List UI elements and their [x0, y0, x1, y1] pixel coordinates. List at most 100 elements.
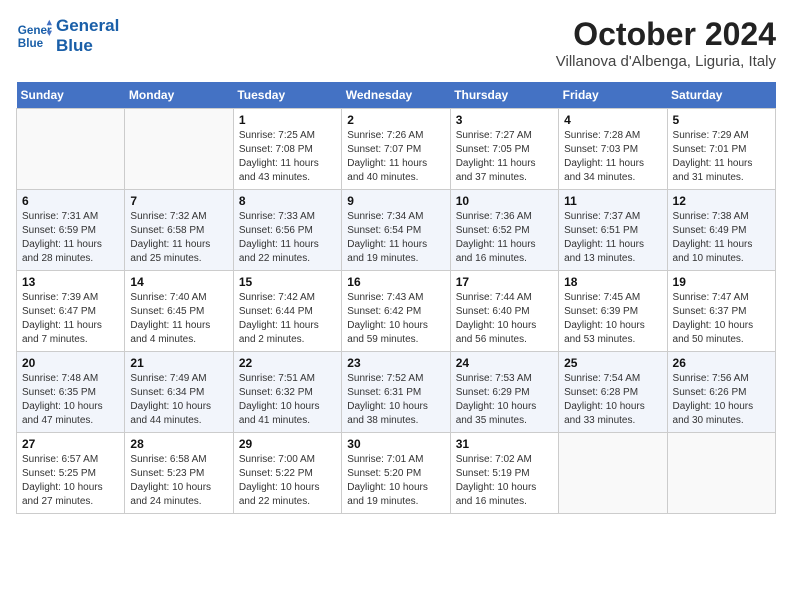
calendar-table: SundayMondayTuesdayWednesdayThursdayFrid… [16, 82, 776, 514]
day-info: Sunrise: 7:45 AM Sunset: 6:39 PM Dayligh… [564, 291, 661, 347]
calendar-cell: 5Sunrise: 7:29 AM Sunset: 7:01 PM Daylig… [667, 109, 775, 190]
calendar-cell: 11 Sunrise: 7:37 AM Sunset: 6:51 PM Dayli… [559, 190, 667, 271]
weekday-header: Monday [125, 82, 233, 109]
weekday-header: Thursday [450, 82, 558, 109]
day-number: 30 [347, 437, 444, 451]
day-info: Sunrise: 7:34 AM Sunset: 6:54 PM Dayligh… [347, 210, 444, 266]
day-number: 31 [456, 437, 553, 451]
day-number: 13 [22, 275, 119, 289]
day-info: Sunrise: 7:29 AM Sunset: 7:01 PM Dayligh… [673, 129, 770, 185]
calendar-cell: 22Sunrise: 7:51 AM Sunset: 6:32 PM Dayli… [233, 352, 341, 433]
weekday-header: Sunday [17, 82, 125, 109]
calendar-cell: 20 Sunrise: 7:48 AM Sunset: 6:35 PM Dayli… [17, 352, 125, 433]
day-info: Sunrise: 7:37 AM Sunset: 6:51 PM Dayligh… [564, 210, 661, 266]
day-number: 8 [239, 194, 336, 208]
day-info: Sunrise: 7:26 AM Sunset: 7:07 PM Dayligh… [347, 129, 444, 185]
day-info: Sunrise: 7:53 AM Sunset: 6:29 PM Dayligh… [456, 372, 553, 428]
weekday-header: Tuesday [233, 82, 341, 109]
calendar-cell [125, 109, 233, 190]
logo: General Blue General Blue [16, 16, 119, 57]
day-number: 19 [673, 275, 770, 289]
day-number: 12 [673, 194, 770, 208]
calendar-cell: 15 Sunrise: 7:42 AM Sunset: 6:44 PM Dayli… [233, 271, 341, 352]
day-number: 17 [456, 275, 553, 289]
day-info: Sunrise: 7:25 AM Sunset: 7:08 PM Dayligh… [239, 129, 336, 185]
day-info: Sunrise: 7:44 AM Sunset: 6:40 PM Dayligh… [456, 291, 553, 347]
calendar-cell: 10 Sunrise: 7:36 AM Sunset: 6:52 PM Dayli… [450, 190, 558, 271]
day-info: Sunrise: 7:01 AM Sunset: 5:20 PM Dayligh… [347, 453, 444, 509]
logo-general: General [56, 16, 119, 36]
calendar-cell [667, 433, 775, 514]
calendar-cell: 25 Sunrise: 7:54 AM Sunset: 6:28 PM Dayli… [559, 352, 667, 433]
day-info: Sunrise: 7:31 AM Sunset: 6:59 PM Dayligh… [22, 210, 119, 266]
day-number: 9 [347, 194, 444, 208]
calendar-cell [17, 109, 125, 190]
day-number: 11 [564, 194, 661, 208]
calendar-cell: 7 Sunrise: 7:32 AM Sunset: 6:58 PM Daylig… [125, 190, 233, 271]
calendar-cell: 3 Sunrise: 7:27 AM Sunset: 7:05 PM Daylig… [450, 109, 558, 190]
day-number: 6 [22, 194, 119, 208]
day-number: 25 [564, 356, 661, 370]
day-info: Sunrise: 7:54 AM Sunset: 6:28 PM Dayligh… [564, 372, 661, 428]
day-info: Sunrise: 7:40 AM Sunset: 6:45 PM Dayligh… [130, 291, 227, 347]
day-number: 4 [564, 113, 661, 127]
page-header: General Blue General Blue October 2024 V… [16, 16, 776, 70]
day-number: 29 [239, 437, 336, 451]
day-number: 28 [130, 437, 227, 451]
day-info: Sunrise: 7:42 AM Sunset: 6:44 PM Dayligh… [239, 291, 336, 347]
day-info: Sunrise: 7:39 AM Sunset: 6:47 PM Dayligh… [22, 291, 119, 347]
day-number: 21 [130, 356, 227, 370]
calendar-cell: 16 Sunrise: 7:43 AM Sunset: 6:42 PM Dayli… [342, 271, 450, 352]
day-info: Sunrise: 7:00 AM Sunset: 5:22 PM Dayligh… [239, 453, 336, 509]
day-info: Sunrise: 7:36 AM Sunset: 6:52 PM Dayligh… [456, 210, 553, 266]
calendar-cell: 30 Sunrise: 7:01 AM Sunset: 5:20 PM Dayli… [342, 433, 450, 514]
day-info: Sunrise: 7:43 AM Sunset: 6:42 PM Dayligh… [347, 291, 444, 347]
day-info: Sunrise: 7:02 AM Sunset: 5:19 PM Dayligh… [456, 453, 553, 509]
day-info: Sunrise: 7:38 AM Sunset: 6:49 PM Dayligh… [673, 210, 770, 266]
day-number: 18 [564, 275, 661, 289]
day-info: Sunrise: 7:32 AM Sunset: 6:58 PM Dayligh… [130, 210, 227, 266]
day-info: Sunrise: 7:27 AM Sunset: 7:05 PM Dayligh… [456, 129, 553, 185]
day-info: Sunrise: 7:51 AM Sunset: 6:32 PM Dayligh… [239, 372, 336, 428]
day-number: 3 [456, 113, 553, 127]
day-info: Sunrise: 6:57 AM Sunset: 5:25 PM Dayligh… [22, 453, 119, 509]
calendar-cell [559, 433, 667, 514]
calendar-cell: 6 Sunrise: 7:31 AM Sunset: 6:59 PM Daylig… [17, 190, 125, 271]
calendar-cell: 9 Sunrise: 7:34 AM Sunset: 6:54 PM Daylig… [342, 190, 450, 271]
calendar-cell: 28Sunrise: 6:58 AM Sunset: 5:23 PM Dayli… [125, 433, 233, 514]
day-number: 24 [456, 356, 553, 370]
day-number: 26 [673, 356, 770, 370]
calendar-cell: 2 Sunrise: 7:26 AM Sunset: 7:07 PM Daylig… [342, 109, 450, 190]
day-number: 27 [22, 437, 119, 451]
calendar-cell: 8 Sunrise: 7:33 AM Sunset: 6:56 PM Daylig… [233, 190, 341, 271]
day-info: Sunrise: 7:33 AM Sunset: 6:56 PM Dayligh… [239, 210, 336, 266]
calendar-header: SundayMondayTuesdayWednesdayThursdayFrid… [17, 82, 776, 109]
calendar-cell: 12 Sunrise: 7:38 AM Sunset: 6:49 PM Dayli… [667, 190, 775, 271]
weekday-header: Saturday [667, 82, 775, 109]
calendar-cell: 18 Sunrise: 7:45 AM Sunset: 6:39 PM Dayli… [559, 271, 667, 352]
calendar-cell: 27 Sunrise: 6:57 AM Sunset: 5:25 PM Dayli… [17, 433, 125, 514]
title-block: October 2024 Villanova d'Albenga, Liguri… [556, 16, 776, 70]
calendar-cell: 29 Sunrise: 7:00 AM Sunset: 5:22 PM Dayli… [233, 433, 341, 514]
day-info: Sunrise: 7:56 AM Sunset: 6:26 PM Dayligh… [673, 372, 770, 428]
weekday-header: Wednesday [342, 82, 450, 109]
calendar-cell: 26 Sunrise: 7:56 AM Sunset: 6:26 PM Dayli… [667, 352, 775, 433]
day-number: 20 [22, 356, 119, 370]
logo-icon: General Blue [16, 18, 52, 54]
logo-blue: Blue [56, 36, 119, 56]
calendar-cell: 24 Sunrise: 7:53 AM Sunset: 6:29 PM Dayli… [450, 352, 558, 433]
day-number: 14 [130, 275, 227, 289]
day-number: 2 [347, 113, 444, 127]
day-number: 15 [239, 275, 336, 289]
calendar-body: 1Sunrise: 7:25 AM Sunset: 7:08 PM Daylig… [17, 109, 776, 514]
day-info: Sunrise: 7:47 AM Sunset: 6:37 PM Dayligh… [673, 291, 770, 347]
calendar-cell: 4Sunrise: 7:28 AM Sunset: 7:03 PM Daylig… [559, 109, 667, 190]
day-info: Sunrise: 7:48 AM Sunset: 6:35 PM Dayligh… [22, 372, 119, 428]
day-number: 7 [130, 194, 227, 208]
day-number: 16 [347, 275, 444, 289]
month-title: October 2024 [556, 16, 776, 53]
day-number: 10 [456, 194, 553, 208]
day-number: 23 [347, 356, 444, 370]
calendar-cell: 17 Sunrise: 7:44 AM Sunset: 6:40 PM Dayli… [450, 271, 558, 352]
day-info: Sunrise: 7:52 AM Sunset: 6:31 PM Dayligh… [347, 372, 444, 428]
